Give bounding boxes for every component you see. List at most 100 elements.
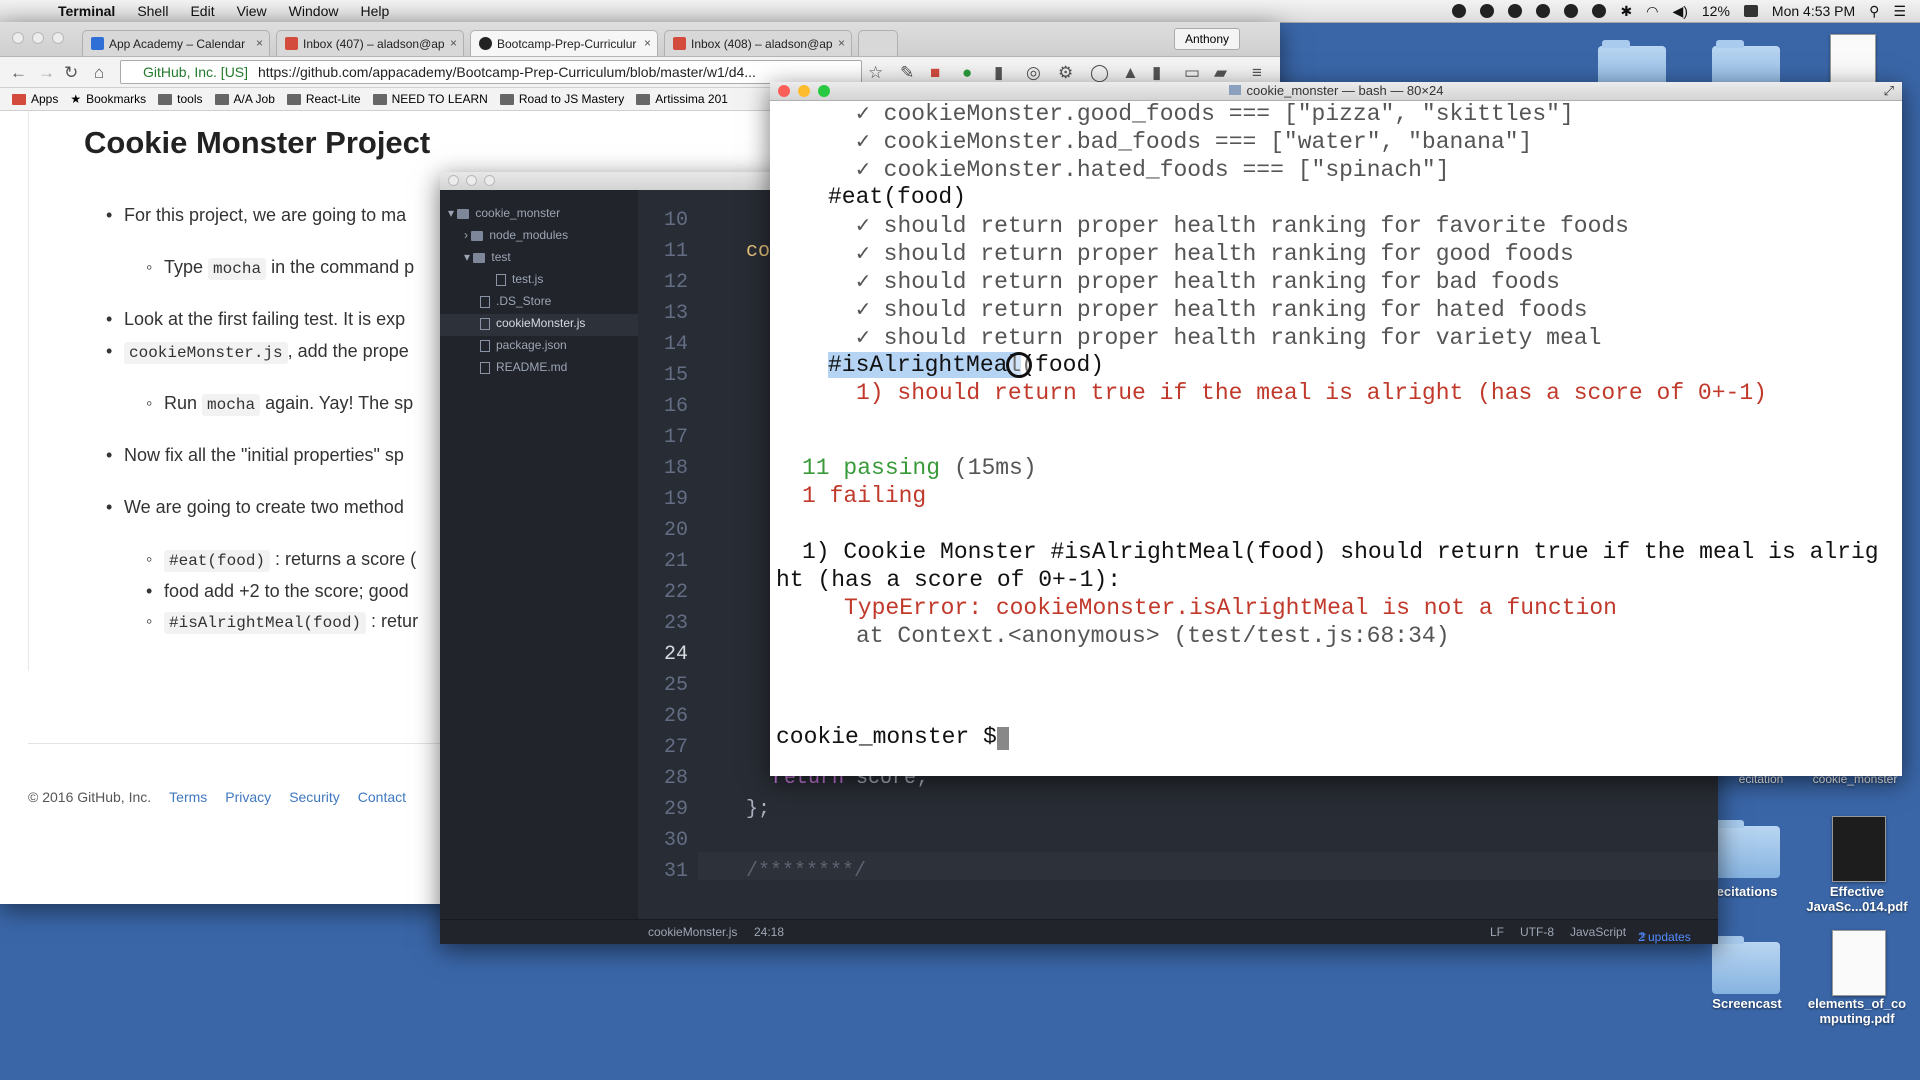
desktop-doc-top[interactable] [1830, 34, 1876, 84]
desktop-folder-screencast[interactable] [1712, 936, 1780, 994]
bookmark-star-icon[interactable]: ☆ [868, 63, 883, 83]
selected-text[interactable]: #isAlrightMeal [828, 352, 1022, 378]
footer-link-contact[interactable]: Contact [358, 789, 406, 805]
home-icon[interactable]: ⌂ [94, 63, 104, 83]
status-line-ending[interactable]: LF [1490, 925, 1504, 939]
zoom-window-button[interactable] [484, 175, 495, 186]
desktop-label-effective-js[interactable]: Effective JavaSc...014.pdf [1802, 884, 1912, 914]
menu-help[interactable]: Help [360, 3, 389, 19]
minimize-window-button[interactable] [798, 85, 810, 97]
tree-file-package-json[interactable]: package.json [480, 338, 567, 352]
desktop-label-screencast[interactable]: Screencast [1692, 996, 1802, 1011]
drive-icon[interactable] [1536, 4, 1551, 18]
extension-icon[interactable]: ✎ [900, 63, 914, 83]
sync-icon[interactable] [1564, 4, 1579, 18]
status-cursor-position[interactable]: 24:18 [754, 925, 784, 939]
bookmark-road-to-js[interactable]: Road to JS Mastery [499, 92, 624, 106]
bluetooth-icon[interactable]: ✱ [1620, 3, 1632, 20]
list-item: Run mocha again. Yay! The sp [146, 393, 413, 416]
extension-icon[interactable]: ▰ [1214, 63, 1227, 83]
tab-inbox-407[interactable]: Inbox (407) – aladson@ap × [276, 30, 464, 56]
page-footer: © 2016 GitHub, Inc. Terms Privacy Securi… [28, 789, 406, 805]
close-icon[interactable]: × [838, 36, 845, 50]
notification-center-icon[interactable]: ☰ [1893, 3, 1906, 20]
minimize-window-button[interactable] [32, 32, 44, 44]
back-icon[interactable]: ← [10, 63, 27, 83]
wifi-icon[interactable]: ◠ [1646, 3, 1658, 20]
settings-gear-icon[interactable]: ⚙ [1058, 63, 1073, 83]
record-icon[interactable] [1452, 4, 1467, 18]
line-number: 11 [663, 240, 688, 263]
tab-calendar[interactable]: App Academy – Calendar × [82, 30, 270, 56]
security-indicator[interactable]: GitHub, Inc. [US] [121, 64, 248, 80]
close-icon[interactable]: × [644, 36, 651, 50]
bookmark-tools[interactable]: tools [158, 92, 203, 106]
close-window-button[interactable] [12, 32, 24, 44]
terminal-output[interactable]: ✓ cookieMonster.good_foods === ["pizza",… [770, 100, 1902, 776]
tree-file-ds-store[interactable]: .DS_Store [480, 294, 551, 308]
zoom-window-button[interactable] [818, 85, 830, 97]
minimize-window-button[interactable] [466, 175, 477, 186]
tree-folder-node-modules[interactable]: › node_modules [464, 228, 568, 242]
footer-link-privacy[interactable]: Privacy [225, 789, 271, 805]
menu-view[interactable]: View [237, 3, 267, 19]
tree-root-cookie-monster[interactable]: ▾ cookie_monster [448, 206, 560, 220]
desktop-pdf-elements[interactable] [1832, 930, 1886, 996]
close-window-button[interactable] [448, 175, 459, 186]
volume-icon[interactable]: ◀) [1672, 3, 1687, 20]
forward-icon[interactable]: → [38, 63, 55, 83]
battery-icon[interactable] [1743, 5, 1758, 17]
tab-bootcamp-prep[interactable]: Bootcamp-Prep-Curriculur × [470, 30, 658, 56]
extension-icon[interactable]: ▭ [1184, 63, 1200, 83]
status-file-path[interactable]: cookieMonster.js [648, 925, 737, 939]
bookmark-bookmarks[interactable]: ★ Bookmarks [70, 92, 146, 106]
menu-window[interactable]: Window [289, 3, 339, 19]
menu-shell[interactable]: Shell [137, 3, 168, 19]
fullscreen-icon[interactable]: ⤢ [1884, 82, 1894, 100]
bookmark-label: Apps [31, 92, 59, 106]
close-window-button[interactable] [778, 85, 790, 97]
close-icon[interactable]: × [256, 36, 263, 50]
status-grammar[interactable]: JavaScript [1570, 925, 1626, 939]
tree-file-test-js[interactable]: test.js [496, 272, 543, 286]
extension-icon[interactable]: ● [962, 63, 972, 83]
menu-icon[interactable]: ≡ [1252, 63, 1262, 83]
reload-icon[interactable]: ↻ [64, 63, 78, 83]
new-tab-button[interactable] [858, 30, 898, 56]
dropbox-icon[interactable] [1480, 4, 1495, 18]
extension-icon[interactable]: ■ [930, 63, 940, 83]
bookmark-artissima[interactable]: Artissima 201 [636, 92, 728, 106]
bookmark-need-to-learn[interactable]: NEED TO LEARN [372, 92, 488, 106]
error-title-wrap: ht (has a score of 0+-1): [776, 567, 1122, 593]
extension-icon[interactable]: ◯ [1090, 63, 1109, 83]
tree-file-readme[interactable]: README.md [480, 360, 567, 374]
close-icon[interactable]: × [450, 36, 457, 50]
zoom-window-button[interactable] [52, 32, 64, 44]
menu-app-name[interactable]: Terminal [58, 3, 115, 19]
extension-icon[interactable]: ▲ [1122, 63, 1139, 83]
tab-inbox-408[interactable]: Inbox (408) – aladson@ap × [664, 30, 852, 56]
time-machine-icon[interactable] [1592, 4, 1607, 18]
profile-button[interactable]: Anthony [1173, 28, 1240, 50]
desktop-label-elements[interactable]: elements_of_co mputing.pdf [1802, 996, 1912, 1026]
tree-folder-test[interactable]: ▾ test [464, 250, 511, 264]
evernote-icon[interactable] [1508, 4, 1523, 18]
bookmark-react-lite[interactable]: React-Lite [286, 92, 361, 106]
desktop-pdf-effective-js[interactable] [1832, 816, 1886, 882]
desktop-folder-recitations[interactable] [1712, 820, 1780, 878]
bookmark-apps[interactable]: Apps [12, 92, 58, 106]
status-encoding[interactable]: UTF-8 [1520, 925, 1554, 939]
address-bar[interactable]: GitHub, Inc. [US] https://github.com/app… [120, 60, 862, 84]
clock[interactable]: Mon 4:53 PM [1772, 3, 1855, 19]
extension-icon[interactable]: ▮ [1152, 63, 1161, 83]
menu-edit[interactable]: Edit [190, 3, 214, 19]
folder-icon [158, 93, 173, 105]
bookmark-aa-job[interactable]: A/A Job [214, 92, 275, 106]
url-text[interactable]: https://github.com/appacademy/Bootcamp-P… [258, 64, 756, 80]
footer-link-terms[interactable]: Terms [169, 789, 207, 805]
footer-link-security[interactable]: Security [289, 789, 340, 805]
tree-file-cookiemonster-js[interactable]: cookieMonster.js [440, 314, 638, 336]
extension-icon[interactable]: ◎ [1026, 63, 1041, 83]
extension-icon[interactable]: ▮ [994, 63, 1003, 83]
spotlight-icon[interactable]: ⚲ [1869, 3, 1879, 20]
